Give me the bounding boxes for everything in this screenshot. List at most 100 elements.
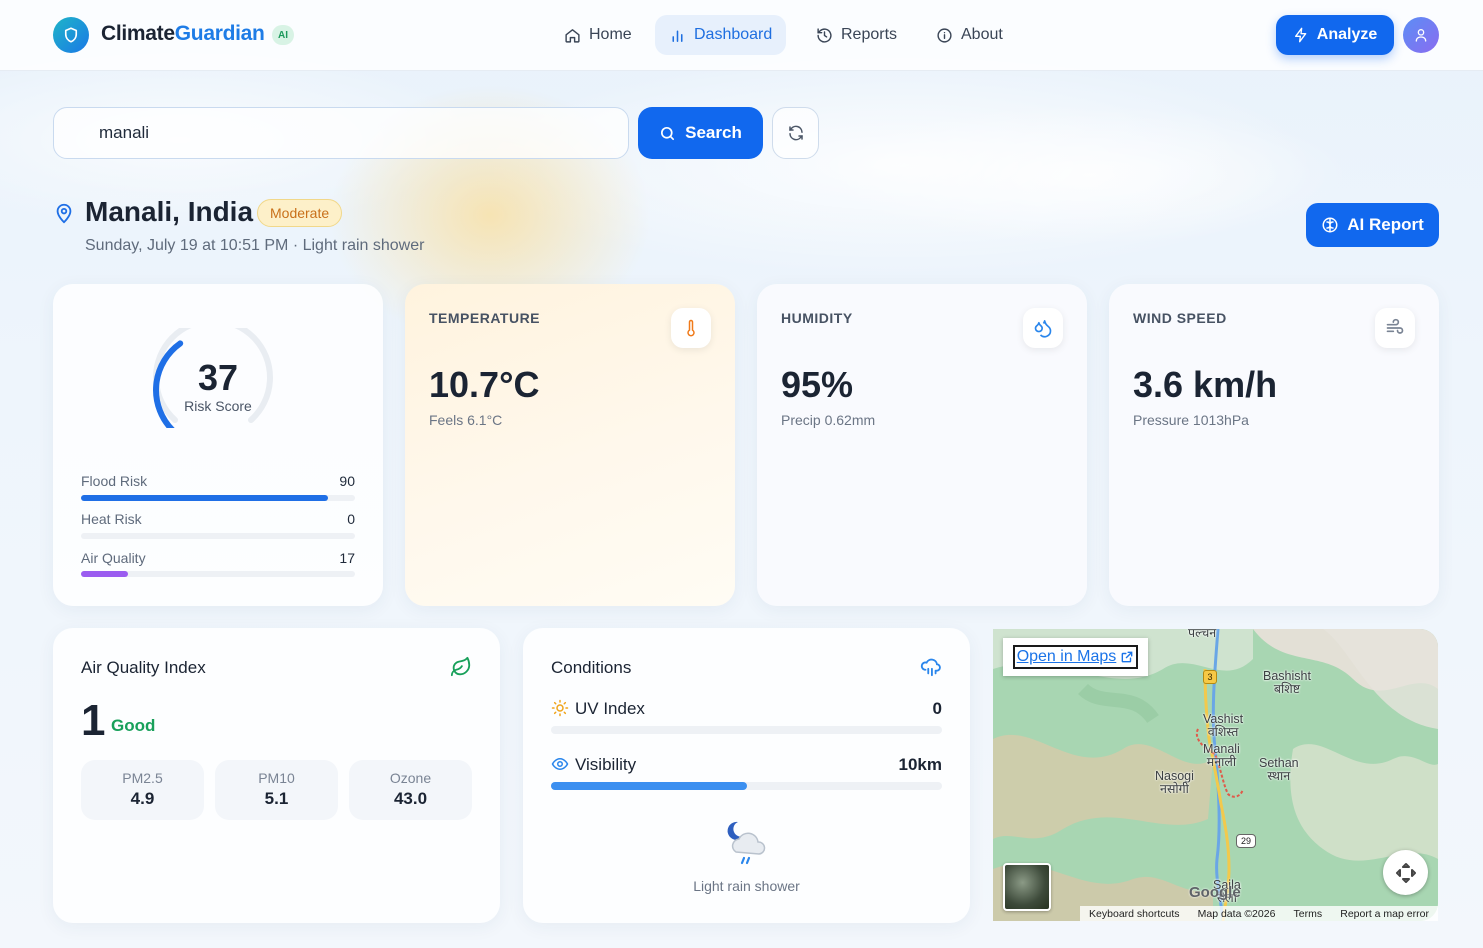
aqi-value: 1 xyxy=(81,696,106,745)
route-29-shield: 29 xyxy=(1236,834,1256,848)
risk-score-card: 37 Risk Score Flood Risk 90 Heat Risk 0 … xyxy=(53,284,383,606)
brand-part-2: Guardian xyxy=(174,22,265,45)
risk-level-badge: Moderate xyxy=(257,199,343,227)
uv-index-label: UV Index xyxy=(575,699,645,718)
location-title: Manali, India xyxy=(85,196,254,227)
ozone-value: 43.0 xyxy=(393,789,428,808)
ozone-tile: Ozone 43.0 xyxy=(349,760,472,820)
map-label-vashist-en: Vashist xyxy=(1203,712,1244,726)
nav-home[interactable]: Home xyxy=(550,15,646,55)
pm25-tile: PM2.5 4.9 xyxy=(81,760,204,820)
air-quality-value: 17 xyxy=(339,550,355,566)
map-label-sethan-hi: स्थान xyxy=(1267,769,1291,783)
google-logo: Google xyxy=(1189,884,1241,901)
top-header: ClimateGuardian AI Home Dashboard Report… xyxy=(0,0,1483,71)
fullscreen-icon xyxy=(1395,862,1416,883)
droplets-icon xyxy=(1023,308,1063,348)
flood-risk-label: Flood Risk xyxy=(81,473,148,489)
map-label-manali: Manali मनाली xyxy=(1203,743,1240,769)
open-in-maps-label: Open in Maps xyxy=(1016,648,1117,665)
visibility-label: Visibility xyxy=(575,755,637,774)
analyze-button[interactable]: Analyze xyxy=(1276,15,1394,55)
lightning-icon xyxy=(1294,27,1307,43)
bar-chart-icon xyxy=(672,29,683,42)
feels-like: Feels 6.1°C xyxy=(429,412,503,428)
nav-dashboard[interactable]: Dashboard xyxy=(655,15,787,55)
weather-description: Light rain shower xyxy=(693,878,800,894)
flood-risk-bar-fill xyxy=(81,495,328,501)
humidity-card: HUMIDITY 95% Precip 0.62mm xyxy=(757,284,1087,606)
shield-logo-icon[interactable] xyxy=(53,17,89,53)
wind-speed-card: WIND SPEED 3.6 km/h Pressure 1013hPa xyxy=(1109,284,1439,606)
home-icon xyxy=(565,28,580,43)
brain-icon xyxy=(1322,217,1338,233)
wind-speed-label: WIND SPEED xyxy=(1133,310,1227,326)
pm25-label: PM2.5 xyxy=(122,770,163,786)
precipitation: Precip 0.62mm xyxy=(781,412,876,428)
search-button-label: Search xyxy=(685,123,742,142)
flood-risk-value: 90 xyxy=(339,473,355,489)
keyboard-shortcuts-link[interactable]: Keyboard shortcuts xyxy=(1089,908,1179,920)
pm25-value: 4.9 xyxy=(130,789,155,808)
risk-score-value: 37 xyxy=(197,357,239,398)
flood-risk-bar xyxy=(81,495,355,501)
search-icon xyxy=(661,126,675,140)
search-button[interactable]: Search xyxy=(638,107,763,159)
wind-icon xyxy=(1375,308,1415,348)
refresh-button[interactable] xyxy=(772,107,819,159)
map-label-nasogi: Nasogi नसोगी xyxy=(1155,770,1194,796)
temperature-label: TEMPERATURE xyxy=(429,310,541,326)
ai-badge: AI xyxy=(272,25,294,45)
ai-report-button[interactable]: AI Report xyxy=(1306,203,1439,247)
analyze-label: Analyze xyxy=(1316,26,1378,43)
nav-home-label: Home xyxy=(589,26,632,43)
humidity-value: 95% xyxy=(781,364,854,405)
air-quality-bar xyxy=(81,571,355,577)
map-label-nasogi-hi: नसोगी xyxy=(1160,782,1189,796)
nav-dashboard-label: Dashboard xyxy=(694,26,773,43)
conditions-title: Conditions xyxy=(551,658,632,677)
map-label-vashist: Vashist वशिस्त xyxy=(1203,713,1243,739)
history-icon xyxy=(817,27,832,43)
brand-name[interactable]: ClimateGuardian xyxy=(101,22,265,46)
info-icon xyxy=(937,27,952,43)
map-label-nasogi-en: Nasogi xyxy=(1155,769,1194,783)
ozone-label: Ozone xyxy=(389,770,432,786)
map-label-sethan: Sethan स्थान xyxy=(1259,757,1299,783)
heat-risk-value: 0 xyxy=(347,511,355,527)
sun-icon xyxy=(551,699,569,722)
user-avatar[interactable] xyxy=(1403,17,1439,53)
map-label-vashist-hi: वशिस्त xyxy=(1207,725,1239,739)
satellite-toggle[interactable] xyxy=(1003,863,1051,911)
route-3-shield: 3 xyxy=(1203,670,1217,684)
heat-risk-label: Heat Risk xyxy=(81,511,142,527)
search-input[interactable] xyxy=(53,107,629,159)
heat-risk-bar xyxy=(81,533,355,539)
map-attribution-bar: Keyboard shortcuts Map data ©2026 Terms … xyxy=(1080,906,1438,921)
uv-index-bar xyxy=(551,726,942,734)
ai-report-label: AI Report xyxy=(1347,215,1424,234)
map-label-bashisht-hi: बशिष्ट xyxy=(1273,682,1301,696)
visibility-value: 10km xyxy=(898,755,942,774)
nav-about[interactable]: About xyxy=(922,15,1017,55)
terms-link[interactable]: Terms xyxy=(1294,908,1323,920)
nav-reports-label: Reports xyxy=(841,26,898,43)
nav-about-label: About xyxy=(961,26,1003,43)
cloud-rain-icon xyxy=(920,656,942,683)
air-quality-label: Air Quality xyxy=(81,550,146,566)
eye-icon xyxy=(551,755,569,778)
nav-reports[interactable]: Reports xyxy=(802,15,911,55)
map-pin-icon xyxy=(53,202,75,229)
map-label-bashisht-en: Bashisht xyxy=(1263,669,1311,683)
uv-index-value: 0 xyxy=(932,699,942,718)
risk-score-label: Risk Score xyxy=(184,398,252,414)
map-fullscreen-button[interactable] xyxy=(1383,850,1428,895)
map-label-manali-en: Manali xyxy=(1203,742,1240,756)
humidity-label: HUMIDITY xyxy=(781,310,853,326)
map-label-manali-hi: मनाली xyxy=(1206,755,1237,769)
wind-speed-value: 3.6 km/h xyxy=(1133,364,1278,405)
aqi-status: Good xyxy=(111,716,156,735)
moon-rain-cloud-icon xyxy=(722,818,772,873)
open-in-maps-button[interactable]: Open in Maps xyxy=(1003,638,1148,676)
report-map-error-link[interactable]: Report a map error xyxy=(1340,908,1429,920)
